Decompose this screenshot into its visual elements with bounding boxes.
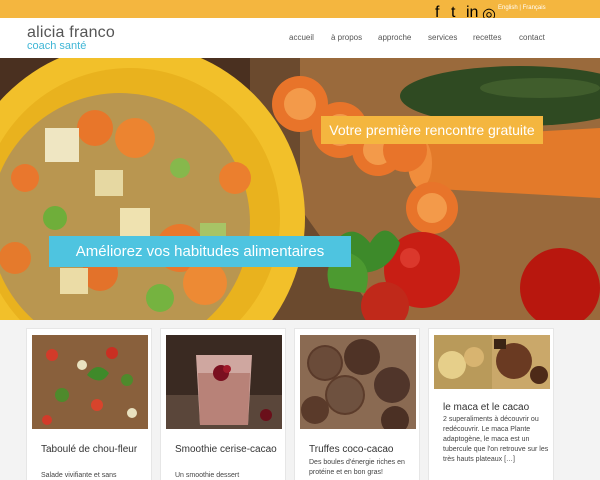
recipe-card[interactable]: Truffes coco-cacao Des boules d'énergie … xyxy=(294,328,420,480)
nav-approche[interactable]: approche xyxy=(378,33,411,42)
nav-recettes[interactable]: recettes xyxy=(473,33,501,42)
taboule-image xyxy=(32,335,148,429)
recipe-card[interactable]: Smoothie cerise-cacao Un smoothie desser… xyxy=(160,328,286,480)
recipe-card[interactable]: Taboulé de chou-fleur Salade vivifiante … xyxy=(26,328,152,480)
card-title[interactable]: le maca et le cacao xyxy=(443,401,547,414)
maca-cacao-image xyxy=(434,335,550,389)
headline-banner[interactable]: Améliorez vos habitudes alimentaires xyxy=(49,236,351,267)
free-consultation-banner[interactable]: Votre première rencontre gratuite xyxy=(321,116,543,144)
nav-contact[interactable]: contact xyxy=(519,33,545,42)
top-bar: f t in ◎ English | Français xyxy=(0,0,600,23)
card-title[interactable]: Taboulé de chou-fleur xyxy=(41,443,145,456)
truffes-image xyxy=(300,335,416,429)
recipe-card[interactable]: le maca et le cacao 2 superaliments à dé… xyxy=(428,328,554,480)
nav-a-propos[interactable]: à propos xyxy=(331,33,362,42)
language-switcher[interactable]: English | Français xyxy=(498,5,546,11)
card-title[interactable]: Truffes coco-cacao xyxy=(309,443,413,456)
nav-services[interactable]: services xyxy=(428,33,457,42)
card-description: Un smoothie dessert xyxy=(175,472,240,479)
card-description: 2 superaliments à découvrir ou redécouvr… xyxy=(443,416,549,463)
logo-subtitle[interactable]: coach santé xyxy=(27,40,86,52)
site-header: alicia franco coach santé accueil à prop… xyxy=(0,18,600,58)
nav-accueil[interactable]: accueil xyxy=(289,33,314,42)
card-title[interactable]: Smoothie cerise-cacao xyxy=(175,443,279,456)
card-description: Salade vivifiante et sans xyxy=(41,472,117,479)
smoothie-image xyxy=(166,335,282,429)
hero-banner: Votre première rencontre gratuite Amélio… xyxy=(0,58,600,320)
hero-image xyxy=(0,58,600,320)
card-description: Des boules d'énergie riches en protéine … xyxy=(309,459,405,476)
recipe-cards: Taboulé de chou-fleur Salade vivifiante … xyxy=(0,320,600,480)
